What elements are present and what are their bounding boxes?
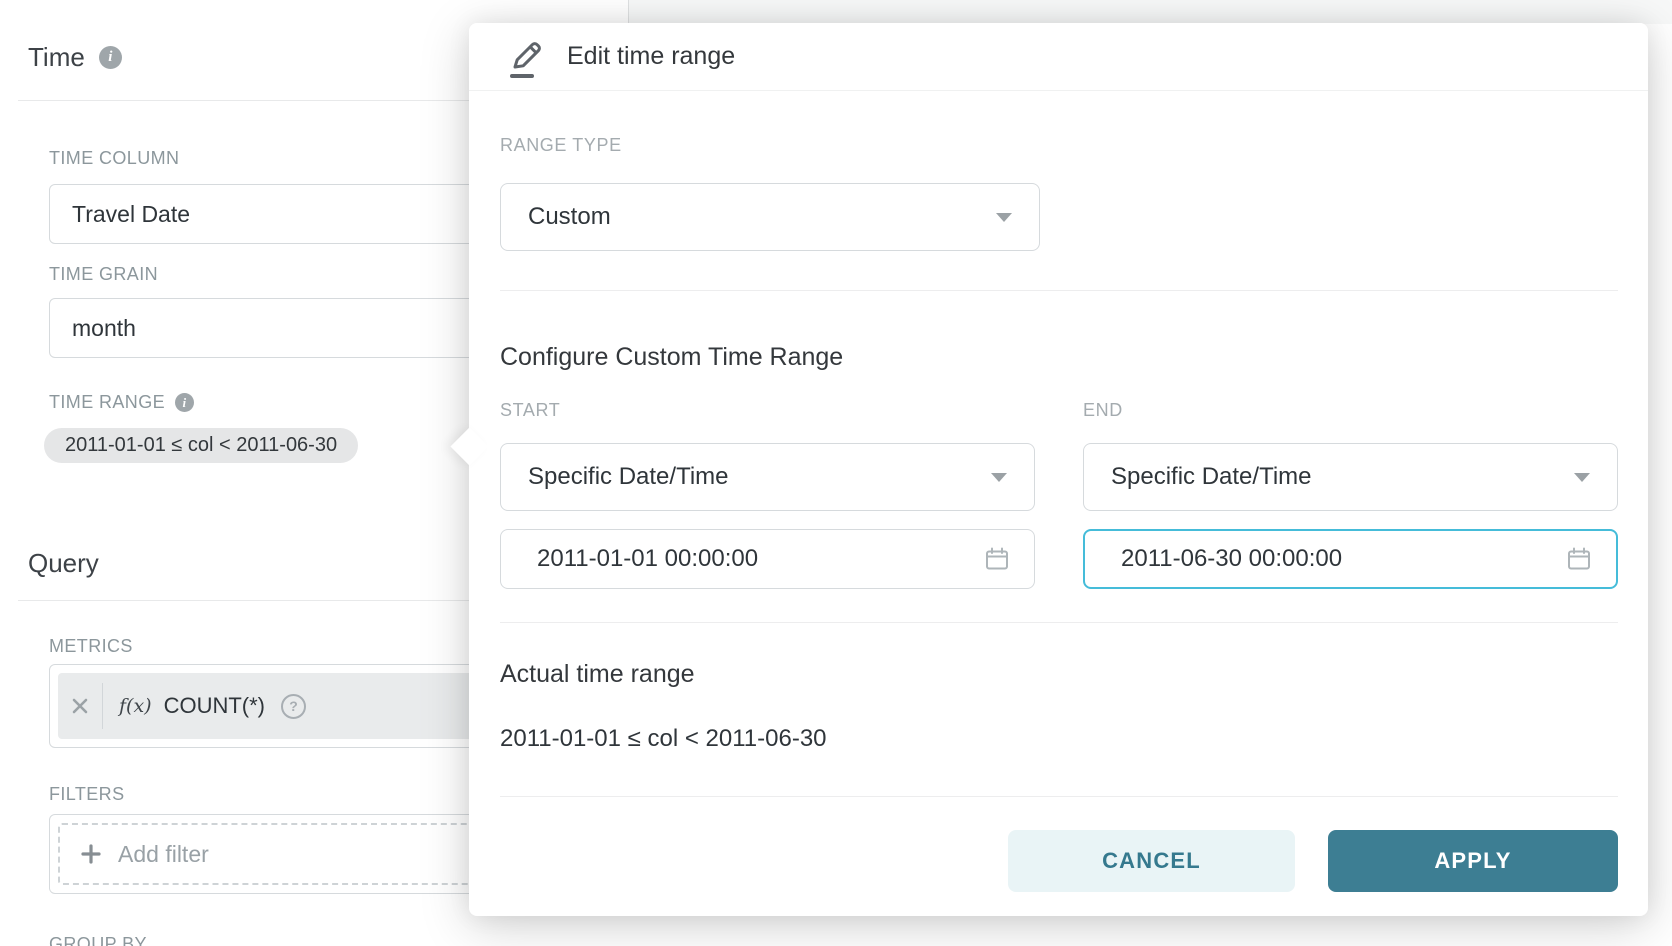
add-filter-label: Add filter [118, 841, 209, 868]
filters-label: FILTERS [49, 784, 124, 805]
time-section-header: Time i [28, 42, 122, 73]
time-range-pill-value: 2011-01-01 ≤ col < 2011-06-30 [65, 434, 337, 457]
query-section-header: Query [28, 548, 99, 579]
edit-pencil-icon [505, 34, 545, 80]
chart-area-strip [629, 0, 1672, 24]
popover-arrow [450, 427, 488, 465]
start-label: START [500, 400, 560, 421]
info-icon[interactable]: i [175, 393, 194, 412]
divider [500, 796, 1618, 797]
time-range-label-row: TIME RANGE i [49, 392, 194, 413]
range-type-value: Custom [528, 203, 611, 231]
edit-time-range-popover: Edit time range RANGE TYPE Custom Config… [469, 23, 1648, 916]
range-type-label: RANGE TYPE [500, 135, 622, 156]
time-column-value: Travel Date [72, 201, 190, 228]
end-frame-select[interactable]: Specific Date/Time [1083, 443, 1618, 511]
end-label: END [1083, 400, 1123, 421]
time-grain-value: month [72, 315, 136, 342]
remove-metric-button[interactable] [58, 696, 102, 716]
start-frame-select[interactable]: Specific Date/Time [500, 443, 1035, 511]
actual-time-range-value: 2011-01-01 ≤ col < 2011-06-30 [500, 725, 827, 753]
start-frame-value: Specific Date/Time [528, 463, 729, 491]
configure-heading: Configure Custom Time Range [500, 343, 843, 372]
start-datetime-value: 2011-01-01 00:00:00 [537, 545, 758, 573]
actual-time-range-heading: Actual time range [500, 660, 695, 689]
cancel-button[interactable]: CANCEL [1008, 830, 1295, 892]
chevron-down-icon [1574, 473, 1590, 482]
close-icon [70, 696, 90, 716]
divider [500, 290, 1618, 291]
end-frame-value: Specific Date/Time [1111, 463, 1312, 491]
time-column-label: TIME COLUMN [49, 148, 179, 169]
start-datetime-input[interactable]: 2011-01-01 00:00:00 [500, 529, 1035, 589]
time-range-label: TIME RANGE [49, 392, 165, 413]
explore-page: Time i TIME COLUMN Travel Date TIME GRAI… [0, 0, 1672, 946]
end-datetime-input[interactable]: 2011-06-30 00:00:00 [1083, 529, 1618, 589]
query-section-title: Query [28, 548, 99, 579]
popover-title: Edit time range [567, 42, 735, 71]
chevron-down-icon [991, 473, 1007, 482]
divider [500, 622, 1618, 623]
time-section-title: Time [28, 42, 85, 73]
popover-header: Edit time range [469, 23, 1648, 91]
chevron-down-icon [996, 213, 1012, 222]
metrics-label: METRICS [49, 636, 133, 657]
plus-icon [80, 843, 102, 865]
metric-name: COUNT(*) [164, 693, 265, 719]
time-grain-label: TIME GRAIN [49, 264, 158, 285]
apply-button[interactable]: APPLY [1328, 830, 1618, 892]
calendar-icon[interactable] [984, 546, 1010, 579]
calendar-icon[interactable] [1566, 546, 1592, 579]
time-range-pill[interactable]: 2011-01-01 ≤ col < 2011-06-30 [44, 428, 358, 463]
info-icon[interactable]: i [99, 46, 122, 69]
question-circle-icon[interactable]: ? [281, 694, 306, 719]
function-icon: f(x) [119, 695, 152, 717]
range-type-select[interactable]: Custom [500, 183, 1040, 251]
chip-divider [102, 683, 103, 729]
end-datetime-value: 2011-06-30 00:00:00 [1121, 545, 1342, 573]
panel-divider-line [628, 0, 629, 24]
group-by-label: GROUP BY [49, 934, 147, 946]
